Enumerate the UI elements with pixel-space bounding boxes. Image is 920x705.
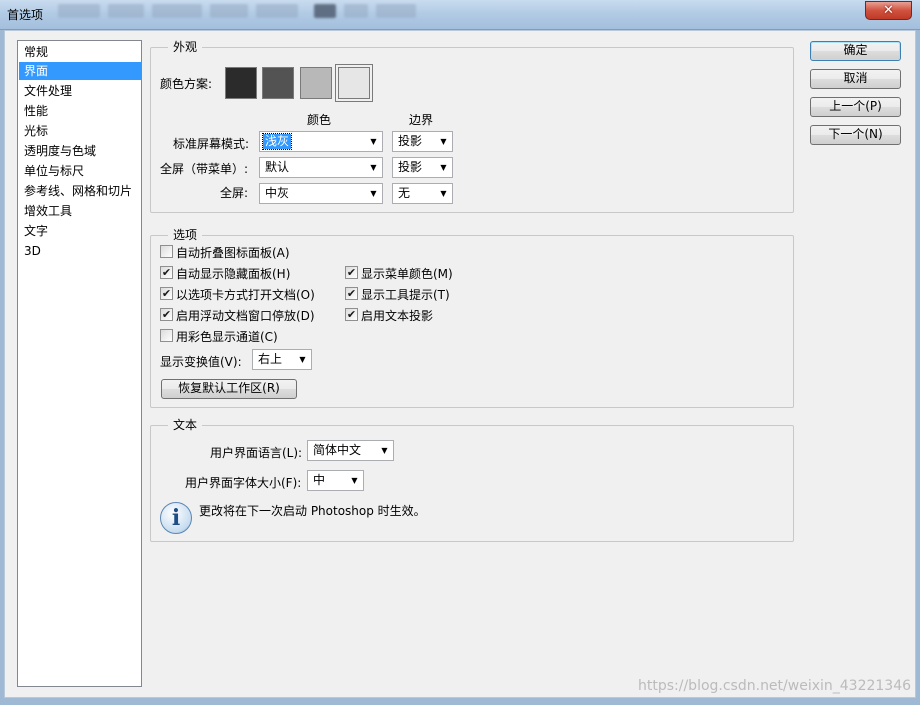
checkbox-label: 自动显示隐藏面板(H) (176, 267, 291, 281)
chevron-down-icon: ▼ (351, 476, 358, 485)
checkbox-label: 以选项卡方式打开文档(O) (176, 288, 315, 302)
checkbox-label: 启用文本投影 (361, 309, 434, 323)
blurred-background-menu (376, 4, 416, 18)
ui-font-size-value: 中 (313, 473, 326, 487)
blurred-background-menu (256, 4, 298, 18)
color-scheme-swatch-light[interactable] (300, 67, 332, 99)
next-button[interactable]: 下一个(N) (810, 125, 901, 145)
color-scheme-swatch-dark[interactable] (262, 67, 294, 99)
checkbox[interactable]: ✔ (160, 266, 173, 279)
nav-item-cursors[interactable]: 光标 (19, 122, 141, 140)
blurred-background-menu (210, 4, 248, 18)
title-bar[interactable]: 首选项 ✕ (0, 0, 920, 30)
chevron-down-icon: ▼ (370, 189, 377, 198)
close-icon: ✕ (883, 3, 894, 18)
nav-item-performance[interactable]: 性能 (19, 102, 141, 120)
standard-screen-border-select[interactable]: 投影 ▼ (392, 131, 453, 152)
color-scheme-swatch-lightest[interactable] (335, 64, 373, 102)
checkbox[interactable] (160, 329, 173, 342)
chevron-down-icon: ▼ (440, 189, 447, 198)
checkbox[interactable]: ✔ (345, 308, 358, 321)
nav-item-guides-grid-slices[interactable]: 参考线、网格和切片 (19, 182, 141, 200)
window-title: 首选项 (7, 8, 44, 22)
standard-screen-color-select[interactable]: 浅灰 ▼ (259, 131, 383, 152)
nav-item-plugins[interactable]: 增效工具 (19, 202, 141, 220)
fullscreen-menu-label: 全屏（带菜单）: (160, 162, 249, 176)
blurred-background-icon (314, 4, 336, 18)
chevron-down-icon: ▼ (440, 137, 447, 146)
blurred-background-menu (58, 4, 100, 18)
close-button[interactable]: ✕ (865, 1, 912, 20)
show-transform-values-select[interactable]: 右上 ▼ (252, 349, 312, 370)
fullscreen-border-value: 无 (398, 186, 411, 200)
chevron-down-icon: ▼ (299, 355, 306, 364)
standard-screen-color-value: 浅灰 (261, 133, 293, 150)
ui-font-size-select[interactable]: 中 ▼ (307, 470, 364, 491)
nav-item-units-rulers[interactable]: 单位与标尺 (19, 162, 141, 180)
nav-item-transparency-gamut[interactable]: 透明度与色域 (19, 142, 141, 160)
color-scheme-swatch-darkest[interactable] (225, 67, 257, 99)
standard-screen-mode-label: 标准屏幕模式: (173, 137, 250, 151)
checkbox[interactable] (160, 245, 173, 258)
fullscreen-menu-color-value: 默认 (265, 160, 290, 174)
appearance-group-title: 外观 (168, 40, 203, 54)
checkbox[interactable]: ✔ (160, 287, 173, 300)
text-group-title: 文本 (168, 418, 203, 432)
checkbox[interactable]: ✔ (345, 287, 358, 300)
checkbox[interactable]: ✔ (345, 266, 358, 279)
restore-default-workspace-button[interactable]: 恢复默认工作区(R) (161, 379, 297, 399)
show-transform-values-label: 显示变换值(V): (160, 355, 242, 369)
blurred-background-menu (152, 4, 202, 18)
standard-screen-border-value: 投影 (398, 134, 423, 148)
category-list[interactable]: 常规 界面 文件处理 性能 光标 透明度与色域 单位与标尺 参考线、网格和切片 … (17, 40, 142, 687)
chevron-down-icon: ▼ (370, 163, 377, 172)
nav-item-3d[interactable]: 3D (19, 242, 141, 260)
watermark: https://blog.csdn.net/weixin_43221346 (638, 678, 912, 694)
fullscreen-label: 全屏: (220, 186, 249, 200)
ok-button[interactable]: 确定 (810, 41, 901, 61)
options-group-title: 选项 (168, 228, 203, 242)
previous-button[interactable]: 上一个(P) (810, 97, 901, 117)
ui-language-select[interactable]: 简体中文 ▼ (307, 440, 394, 461)
ui-language-label: 用户界面语言(L): (210, 446, 303, 460)
info-icon: i (160, 502, 192, 534)
checkbox-label: 启用浮动文档窗口停放(D) (176, 309, 315, 323)
color-column-header: 颜色 (307, 113, 332, 127)
cancel-button[interactable]: 取消 (810, 69, 901, 89)
blurred-background-menu (108, 4, 144, 18)
ui-language-value: 简体中文 (313, 443, 362, 457)
checkbox-label: 用彩色显示通道(C) (176, 330, 278, 344)
checkbox[interactable]: ✔ (160, 308, 173, 321)
ui-font-size-label: 用户界面字体大小(F): (185, 476, 302, 490)
checkbox-label: 显示工具提示(T) (361, 288, 450, 302)
restart-note: 更改将在下一次启动 Photoshop 时生效。 (199, 504, 426, 518)
fullscreen-menu-border-select[interactable]: 投影 ▼ (392, 157, 453, 178)
fullscreen-border-select[interactable]: 无 ▼ (392, 183, 453, 204)
nav-item-type[interactable]: 文字 (19, 222, 141, 240)
fullscreen-menu-color-select[interactable]: 默认 ▼ (259, 157, 383, 178)
chevron-down-icon: ▼ (370, 137, 377, 146)
chevron-down-icon: ▼ (381, 446, 388, 455)
nav-item-interface[interactable]: 界面 (19, 62, 141, 80)
chevron-down-icon: ▼ (440, 163, 447, 172)
nav-item-general[interactable]: 常规 (19, 43, 141, 61)
fullscreen-color-value: 中灰 (265, 186, 290, 200)
checkbox-label: 自动折叠图标面板(A) (176, 246, 290, 260)
show-transform-values-value: 右上 (258, 352, 283, 366)
border-column-header: 边界 (409, 113, 434, 127)
blurred-background-menu (344, 4, 368, 18)
nav-item-file-handling[interactable]: 文件处理 (19, 82, 141, 100)
fullscreen-menu-border-value: 投影 (398, 160, 423, 174)
color-scheme-label: 颜色方案: (160, 77, 213, 91)
fullscreen-color-select[interactable]: 中灰 ▼ (259, 183, 383, 204)
checkbox-label: 显示菜单颜色(M) (361, 267, 453, 281)
